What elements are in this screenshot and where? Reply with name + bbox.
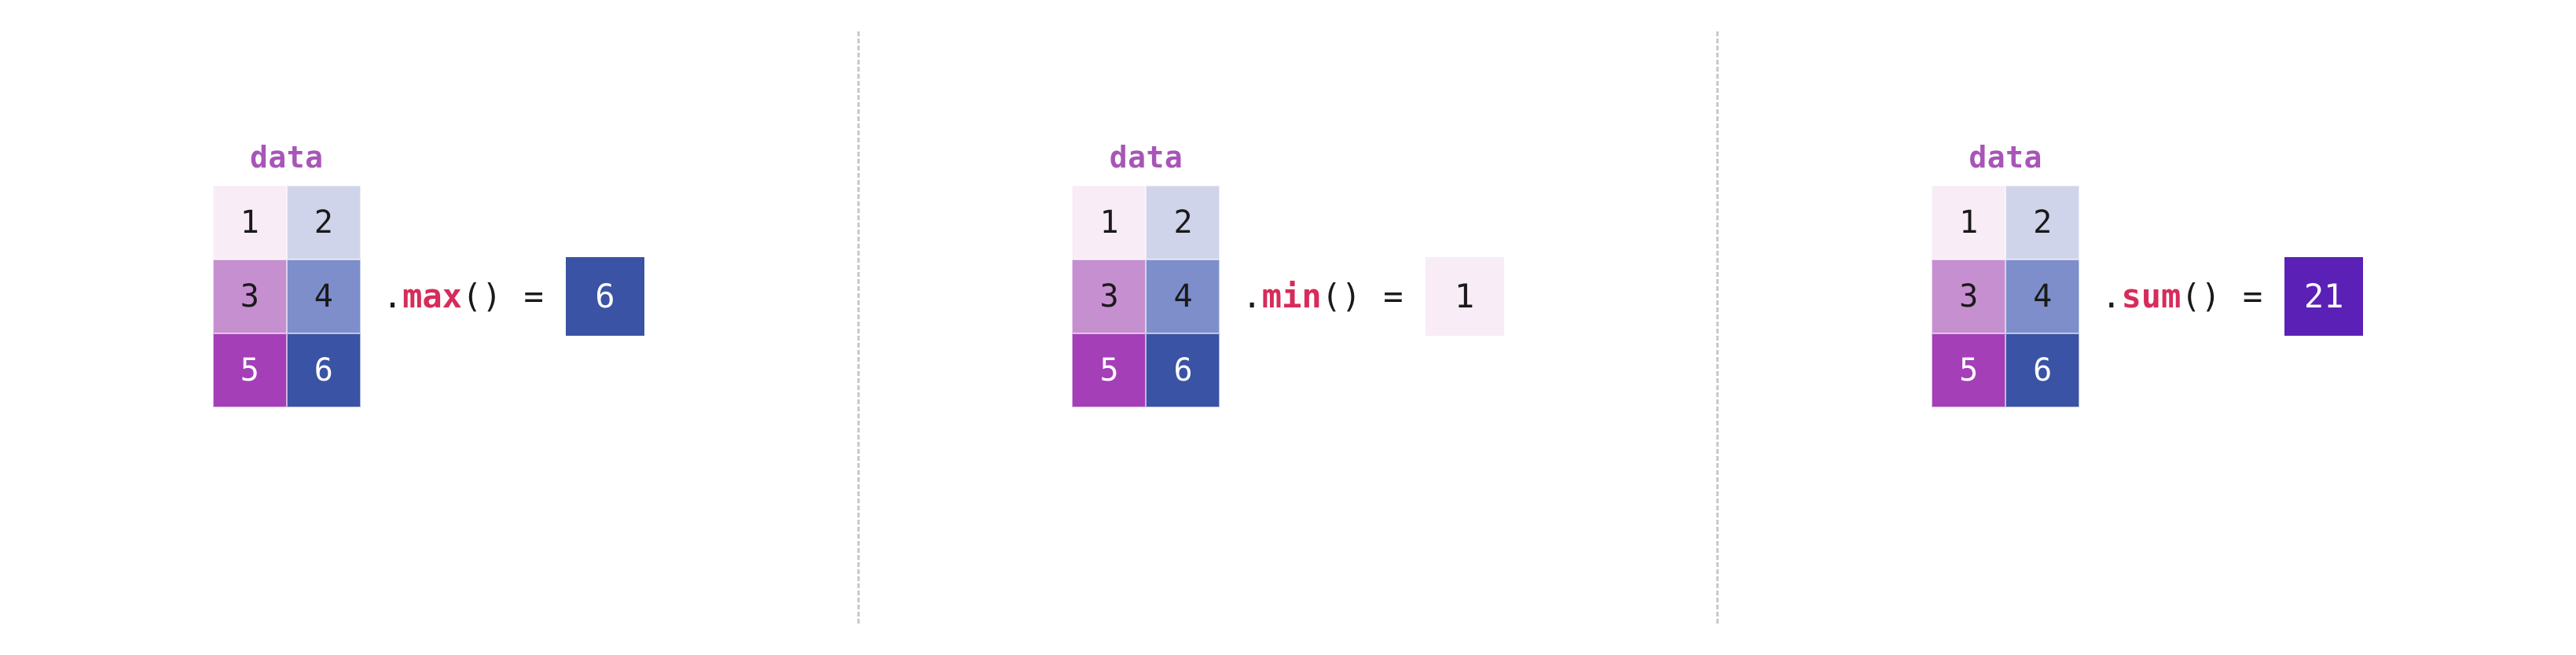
data-label: data	[1072, 140, 1220, 175]
op-dot: .	[383, 277, 402, 315]
panel-min: data 1 2 3 4 5 6 .min() = 1	[860, 0, 1717, 655]
data-cell: 1	[1932, 186, 2005, 259]
operation-max: .max()	[383, 277, 502, 315]
diagram-sum: data 1 2 3 4 5 6 .sum() = 21	[1932, 186, 2363, 407]
data-cell: 3	[1932, 259, 2005, 333]
op-dot: .	[1242, 277, 1261, 315]
data-cell: 4	[1146, 259, 1220, 333]
data-cell: 2	[2005, 186, 2079, 259]
diagram-max: data 1 2 3 4 5 6 .max() = 6	[213, 186, 644, 407]
data-cell: 3	[213, 259, 287, 333]
data-label: data	[213, 140, 361, 175]
op-fn: sum	[2121, 277, 2181, 315]
diagram-stage: data 1 2 3 4 5 6 .max() = 6 data	[0, 0, 2576, 655]
data-cell: 5	[1932, 333, 2005, 407]
data-cell: 2	[287, 186, 361, 259]
data-cell: 5	[213, 333, 287, 407]
data-grid-wrap: data 1 2 3 4 5 6	[213, 186, 361, 407]
equals-sign: =	[524, 277, 544, 315]
data-grid-wrap: data 1 2 3 4 5 6	[1932, 186, 2079, 407]
data-grid-wrap: data 1 2 3 4 5 6	[1072, 186, 1220, 407]
data-cell: 5	[1072, 333, 1146, 407]
data-cell: 1	[213, 186, 287, 259]
op-dot: .	[2101, 277, 2121, 315]
op-paren: ()	[2181, 277, 2221, 315]
data-grid: 1 2 3 4 5 6	[1072, 186, 1220, 407]
result-min: 1	[1426, 257, 1504, 336]
data-cell: 6	[1146, 333, 1220, 407]
result-max: 6	[566, 257, 644, 336]
data-cell: 6	[287, 333, 361, 407]
data-cell: 6	[2005, 333, 2079, 407]
op-paren: ()	[462, 277, 502, 315]
panel-max: data 1 2 3 4 5 6 .max() = 6	[0, 0, 857, 655]
equals-sign: =	[2243, 277, 2262, 315]
data-grid: 1 2 3 4 5 6	[1932, 186, 2079, 407]
data-grid: 1 2 3 4 5 6	[213, 186, 361, 407]
result-sum: 21	[2284, 257, 2363, 336]
data-cell: 2	[1146, 186, 1220, 259]
operation-sum: .sum()	[2101, 277, 2221, 315]
diagram-min: data 1 2 3 4 5 6 .min() = 1	[1072, 186, 1503, 407]
op-fn: min	[1262, 277, 1322, 315]
data-label: data	[1932, 140, 2079, 175]
op-fn: max	[402, 277, 462, 315]
op-paren: ()	[1322, 277, 1362, 315]
panel-sum: data 1 2 3 4 5 6 .sum() = 21	[1719, 0, 2576, 655]
equals-sign: =	[1383, 277, 1403, 315]
data-cell: 3	[1072, 259, 1146, 333]
operation-min: .min()	[1242, 277, 1361, 315]
data-cell: 1	[1072, 186, 1146, 259]
data-cell: 4	[287, 259, 361, 333]
data-cell: 4	[2005, 259, 2079, 333]
